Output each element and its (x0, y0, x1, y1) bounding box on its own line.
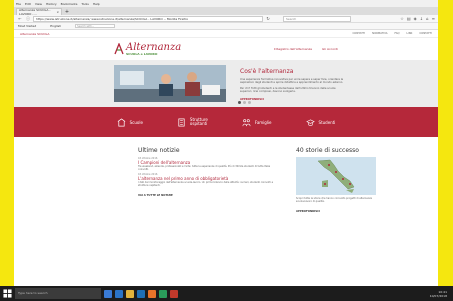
main-content: Ultime notizie 18 ottobre 2016 I Campion… (14, 147, 438, 213)
map-illustration (296, 157, 376, 195)
top-link[interactable]: FAQ (394, 32, 399, 35)
menu-history[interactable]: History (46, 2, 57, 6)
reload-icon[interactable]: ↻ (265, 16, 271, 22)
home-icon[interactable]: ⌂ (426, 16, 429, 21)
top-link[interactable]: CONTATTI (419, 32, 432, 35)
carousel-dot[interactable] (238, 101, 241, 104)
search-input[interactable]: Search (283, 15, 351, 22)
top-link[interactable]: LINK (407, 32, 413, 35)
navigation-bar: ← ⓘ https://www.istruzione.it/alternanza… (14, 15, 438, 23)
news-heading: Ultime notizie (138, 147, 180, 154)
logo-text: Alternanza (126, 41, 182, 53)
band-label: Scuole (129, 119, 143, 125)
carousel-dots (238, 101, 251, 104)
menu-file[interactable]: File (16, 2, 21, 6)
stories-column: 40 storie di successo Scopri tutte le st… (296, 147, 376, 213)
edge-icon[interactable] (115, 289, 123, 298)
download-icon[interactable]: ↓ (420, 16, 423, 21)
stories-body: Scopri tutte le storie che hanno coinvol… (296, 197, 372, 203)
stories-more-link[interactable]: APPROFONDISCI (296, 210, 376, 213)
new-tab-icon[interactable]: + (64, 9, 70, 15)
taskbar-search-input[interactable]: Type here to search (15, 288, 101, 299)
windows-taskbar: Type here to search 10:41 10/07/2018 (0, 286, 453, 301)
back-icon[interactable]: ← (17, 16, 23, 22)
browser-tab[interactable]: Alternanza SCUOLA - LAVORO - ... × (16, 8, 62, 16)
file-explorer-icon[interactable] (126, 289, 134, 298)
browser-window: File Edit View History Bookmarks Tools H… (14, 0, 438, 286)
info-icon[interactable]: ⓘ (25, 16, 31, 22)
close-icon[interactable]: × (56, 10, 59, 14)
left-yellow-margin (0, 0, 14, 286)
bookmarks-bar: Most Visited English Search with... (14, 23, 438, 30)
system-tray-clock[interactable]: 10:41 10/07/2018 (430, 290, 447, 298)
carousel-dot[interactable] (248, 101, 251, 104)
menu-help[interactable]: Help (93, 2, 100, 6)
audience-band: Scuole Strutture ospitanti Famiglie Stud… (14, 107, 438, 137)
band-famiglie[interactable]: Famiglie (242, 118, 272, 127)
band-label: Strutture ospitanti (189, 117, 208, 126)
news-column: Ultime notizie 18 ottobre 2016 I Campion… (138, 147, 274, 213)
menu-bar: File Edit View History Bookmarks Tools H… (14, 0, 438, 7)
all-news-link[interactable]: VAI A TUTTE LE NOTIZIE (138, 194, 274, 197)
header-links: Il Registro dell'Alternanza Gli Accordi (274, 47, 338, 51)
toolbar-icons: ☆ ▤ ◈ ↓ ⌂ ≡ (400, 16, 435, 21)
news-body: Tre weekend, aziende, professionisti e l… (138, 165, 271, 171)
logo-mark-icon (114, 43, 124, 55)
site-header: Alternanza SCUOLA e LAVORO Il Registro d… (14, 38, 438, 60)
registro-link[interactable]: Il Registro dell'Alternanza (274, 47, 312, 51)
band-strutture[interactable]: Strutture ospitanti (177, 118, 208, 127)
clock-date: 10/07/2018 (429, 293, 447, 298)
firefox-icon[interactable] (148, 289, 156, 298)
star-icon[interactable]: ☆ (400, 16, 404, 21)
right-yellow-margin (438, 0, 453, 286)
hero-body-2: Per chi? Tutti gli studenti e le student… (240, 86, 336, 94)
url-bar[interactable]: https://www.istruzione.it/alternanza/ ww… (33, 15, 263, 22)
menu-icon[interactable]: ≡ (432, 16, 435, 21)
reader-icon[interactable]: ▤ (407, 16, 411, 21)
bookmark-english[interactable]: English (50, 24, 61, 28)
store-icon[interactable] (137, 289, 145, 298)
bookmark-search-input[interactable]: Search with... (75, 24, 116, 28)
stories-heading: 40 storie di successo (296, 147, 359, 154)
italy-map[interactable] (296, 157, 376, 195)
band-label: Studenti (318, 119, 336, 125)
carousel-dot[interactable] (243, 101, 246, 104)
student-icon (305, 118, 315, 126)
tab-strip: Alternanza SCUOLA - LAVORO - ... × + (14, 7, 438, 16)
task-view-icon[interactable] (104, 289, 112, 298)
bookmark-most-visited[interactable]: Most Visited (18, 24, 36, 28)
app-icon[interactable] (170, 289, 178, 298)
hero-carousel: Cos'è l'alternanza Una esperienza format… (14, 60, 438, 107)
hero-image (114, 65, 226, 102)
news-item: 18 ottobre 2016 L'alternanza nel primo a… (138, 173, 274, 187)
mini-logo[interactable]: Alternanza SCUOLA (20, 32, 49, 36)
news-body: I dati del monitoraggio dell'alternanza … (138, 181, 274, 187)
menu-view[interactable]: View (35, 2, 42, 6)
top-link[interactable]: CONTATTI (353, 32, 366, 35)
school-icon (117, 117, 125, 126)
building-icon (178, 118, 185, 126)
family-icon (242, 118, 251, 126)
news-item: 18 ottobre 2016 I Campioni dell'alternan… (138, 157, 274, 171)
top-links: CONTATTI NORMATIVA FAQ LINK CONTATTI (353, 32, 433, 35)
site-top-bar: Alternanza SCUOLA CONTATTI NORMATIVA FAQ… (14, 30, 438, 38)
menu-edit[interactable]: Edit (25, 2, 31, 6)
classroom-illustration (114, 65, 226, 102)
menu-tools[interactable]: Tools (81, 2, 88, 6)
band-scuole[interactable]: Scuole (117, 117, 143, 127)
hero-more-link[interactable]: APPROFONDISCI (240, 98, 344, 101)
top-link[interactable]: NORMATIVA (372, 32, 387, 35)
hero-title: Cos'è l'alternanza (240, 68, 294, 75)
shield-icon[interactable]: ◈ (414, 16, 417, 21)
hero-text: Cos'è l'alternanza Una esperienza format… (240, 68, 344, 101)
band-studenti[interactable]: Studenti (305, 118, 336, 127)
band-label: Famiglie (254, 119, 272, 125)
accordi-link[interactable]: Gli Accordi (322, 47, 338, 51)
site-logo[interactable]: Alternanza SCUOLA e LAVORO (114, 41, 182, 56)
windows-start-icon[interactable] (3, 289, 12, 298)
menu-bookmarks[interactable]: Bookmarks (61, 2, 78, 6)
app-icon[interactable] (159, 289, 167, 298)
hero-body: Una esperienza formativa innovativa per … (240, 78, 344, 85)
